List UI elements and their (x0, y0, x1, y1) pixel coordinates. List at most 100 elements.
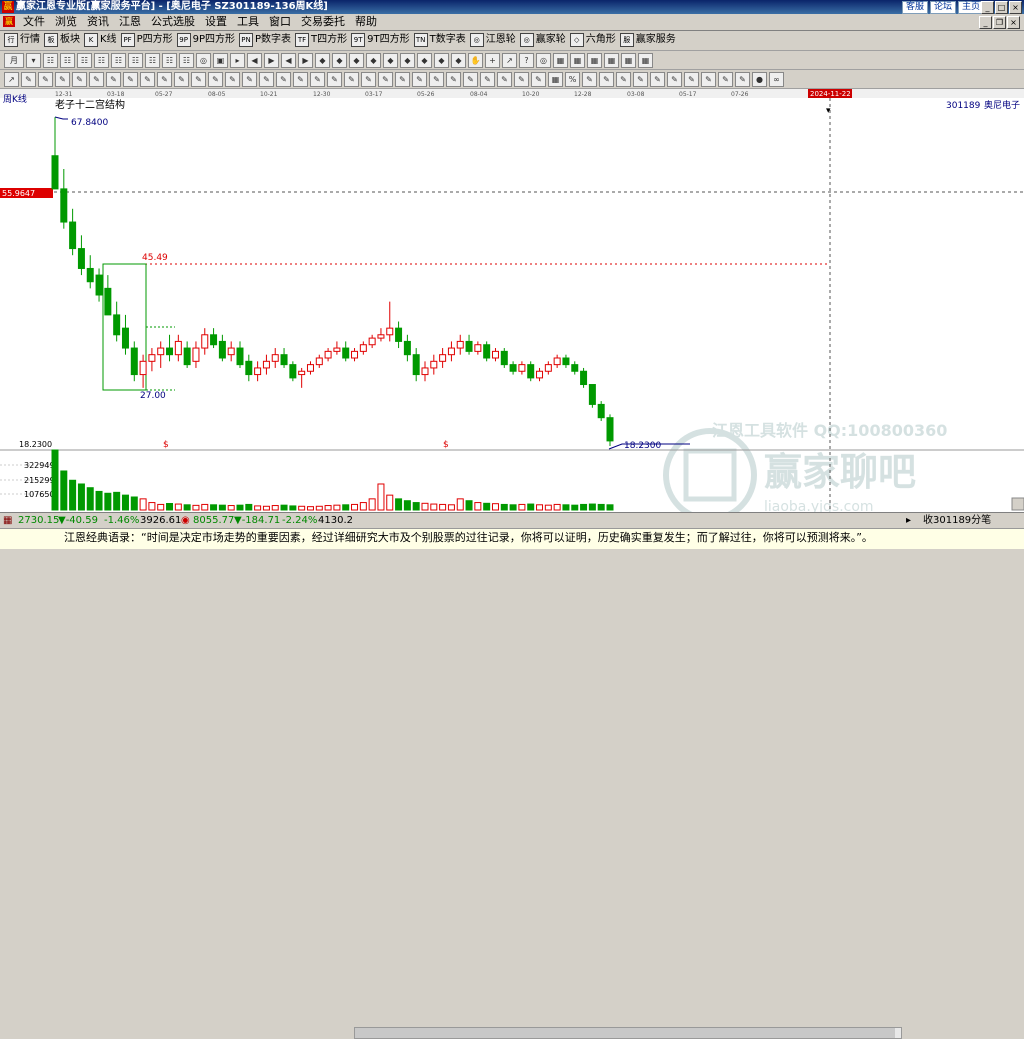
drawing-tool-icon-29[interactable]: ✎ (497, 72, 512, 87)
chart-tool-icon-27[interactable]: + (485, 53, 500, 68)
drawing-tool-icon-37[interactable]: ✎ (633, 72, 648, 87)
drawing-tool-icon-10[interactable]: ✎ (174, 72, 189, 87)
chart-tool-icon-31[interactable]: ▦ (553, 53, 568, 68)
chart-tool-icon-13[interactable]: ◀ (247, 53, 262, 68)
menu-item-2[interactable]: 资讯 (82, 15, 114, 29)
toolbar-button-6[interactable]: TF T四方形 (295, 33, 347, 47)
drawing-tool-icon-42[interactable]: ✎ (718, 72, 733, 87)
chart-tool-icon-5[interactable]: ☷ (111, 53, 126, 68)
drawing-tool-icon-34[interactable]: ✎ (582, 72, 597, 87)
chart-tool-icon-12[interactable]: ▸ (230, 53, 245, 68)
drawing-tool-icon-41[interactable]: ✎ (701, 72, 716, 87)
chart-tool-icon-17[interactable]: ◆ (315, 53, 330, 68)
scroll-thumb[interactable] (355, 1028, 895, 1038)
chart-tool-icon-28[interactable]: ↗ (502, 53, 517, 68)
chart-tool-icon-11[interactable]: ▣ (213, 53, 228, 68)
menu-item-3[interactable]: 江恩 (114, 15, 146, 29)
drawing-tool-icon-17[interactable]: ✎ (293, 72, 308, 87)
drawing-tool-icon-14[interactable]: ✎ (242, 72, 257, 87)
chart-tool-icon-29[interactable]: ? (519, 53, 534, 68)
chart-tool-icon-1[interactable]: ☷ (43, 53, 58, 68)
chart-tool-icon-33[interactable]: ▦ (587, 53, 602, 68)
toolbar-button-9[interactable]: ◎ 江恩轮 (469, 33, 516, 47)
menu-item-1[interactable]: 浏览 (50, 15, 82, 29)
toolbar-button-8[interactable]: TN T数字表 (413, 33, 466, 47)
drawing-tool-icon-31[interactable]: ✎ (531, 72, 546, 87)
chart-tool-icon-18[interactable]: ◆ (332, 53, 347, 68)
drawing-tool-icon-11[interactable]: ✎ (191, 72, 206, 87)
chart-tool-icon-24[interactable]: ◆ (434, 53, 449, 68)
chart-tool-icon-0[interactable]: ▾ (26, 53, 41, 68)
chart-tool-icon-34[interactable]: ▦ (604, 53, 619, 68)
drawing-tool-icon-25[interactable]: ✎ (429, 72, 444, 87)
chart-tool-icon-25[interactable]: ◆ (451, 53, 466, 68)
chart-tool-icon-26[interactable]: ✋ (468, 53, 483, 68)
chart-tool-icon-22[interactable]: ◆ (400, 53, 415, 68)
menu-item-9[interactable]: 帮助 (350, 15, 382, 29)
period-selector[interactable]: 月 (4, 53, 24, 68)
toolbar-button-7[interactable]: 9T 9T四方形 (351, 33, 410, 47)
drawing-tool-icon-35[interactable]: ✎ (599, 72, 614, 87)
chart-tool-icon-7[interactable]: ☷ (145, 53, 160, 68)
drawing-tool-icon-15[interactable]: ✎ (259, 72, 274, 87)
drawing-tool-icon-30[interactable]: ✎ (514, 72, 529, 87)
drawing-tool-icon-33[interactable]: % (565, 72, 580, 87)
drawing-tool-icon-28[interactable]: ✎ (480, 72, 495, 87)
chart-tool-icon-3[interactable]: ☷ (77, 53, 92, 68)
child-minimize-icon[interactable]: _ (979, 16, 992, 29)
drawing-tool-icon-24[interactable]: ✎ (412, 72, 427, 87)
chart-tool-icon-23[interactable]: ◆ (417, 53, 432, 68)
drawing-tool-icon-9[interactable]: ✎ (157, 72, 172, 87)
drawing-tool-icon-4[interactable]: ✎ (72, 72, 87, 87)
chart-tool-icon-15[interactable]: ◀ (281, 53, 296, 68)
drawing-tool-icon-36[interactable]: ✎ (616, 72, 631, 87)
drawing-tool-icon-19[interactable]: ✎ (327, 72, 342, 87)
chart-tool-icon-20[interactable]: ◆ (366, 53, 381, 68)
toolbar-button-10[interactable]: ◎ 赢家轮 (519, 33, 566, 47)
kefu-link[interactable]: 客服 (901, 1, 928, 14)
minimize-icon[interactable]: _ (981, 1, 994, 14)
drawing-tool-icon-43[interactable]: ✎ (735, 72, 750, 87)
child-restore-icon[interactable]: ❐ (993, 16, 1006, 29)
chart-tool-icon-9[interactable]: ☷ (179, 53, 194, 68)
drawing-tool-icon-40[interactable]: ✎ (684, 72, 699, 87)
chart-tool-icon-8[interactable]: ☷ (162, 53, 177, 68)
drawing-tool-icon-39[interactable]: ✎ (667, 72, 682, 87)
chart-tool-icon-6[interactable]: ☷ (128, 53, 143, 68)
chart-tool-icon-30[interactable]: ◎ (536, 53, 551, 68)
menu-item-8[interactable]: 交易委托 (296, 15, 350, 29)
toolbar-button-0[interactable]: 行行情 (4, 33, 40, 47)
chart-tool-icon-16[interactable]: ▶ (298, 53, 313, 68)
chart-tool-icon-2[interactable]: ☷ (60, 53, 75, 68)
close-icon[interactable]: × (1009, 1, 1022, 14)
drawing-tool-icon-27[interactable]: ✎ (463, 72, 478, 87)
drawing-tool-icon-8[interactable]: ✎ (140, 72, 155, 87)
drawing-tool-icon-7[interactable]: ✎ (123, 72, 138, 87)
chart-tool-icon-32[interactable]: ▦ (570, 53, 585, 68)
drawing-tool-icon-0[interactable]: ↗ (4, 72, 19, 87)
toolbar-button-11[interactable]: ◇ 六角形 (569, 33, 616, 47)
drawing-tool-icon-16[interactable]: ✎ (276, 72, 291, 87)
drawing-tool-icon-12[interactable]: ✎ (208, 72, 223, 87)
chart-tool-icon-10[interactable]: ◎ (196, 53, 211, 68)
drawing-tool-icon-22[interactable]: ✎ (378, 72, 393, 87)
toolbar-button-12[interactable]: 服赢家服务 (619, 33, 676, 47)
drawing-tool-icon-2[interactable]: ✎ (38, 72, 53, 87)
drawing-tool-icon-3[interactable]: ✎ (55, 72, 70, 87)
toolbar-button-3[interactable]: PF P四方形 (120, 33, 173, 47)
chart-tool-icon-14[interactable]: ▶ (264, 53, 279, 68)
drawing-tool-icon-32[interactable]: ▦ (548, 72, 563, 87)
chart-tool-icon-21[interactable]: ◆ (383, 53, 398, 68)
kline-chart[interactable]: 12-31 03-18 05-27 08-05 10-21 12-30 03-17 05-26… (0, 89, 1024, 512)
horizontal-scrollbar[interactable] (354, 1027, 902, 1039)
chart-tool-icon-36[interactable]: ▦ (638, 53, 653, 68)
menu-item-6[interactable]: 工具 (232, 15, 264, 29)
kline-chart-svg[interactable]: 12-31 03-18 05-27 08-05 10-21 12-30 03-17 05-26… (0, 89, 1024, 512)
chart-tool-icon-19[interactable]: ◆ (349, 53, 364, 68)
drawing-tool-icon-21[interactable]: ✎ (361, 72, 376, 87)
forum-link[interactable]: 论坛 (929, 1, 956, 14)
drawing-tool-icon-44[interactable]: ● (752, 72, 767, 87)
chart-tool-icon-4[interactable]: ☷ (94, 53, 109, 68)
drawing-tool-icon-5[interactable]: ✎ (89, 72, 104, 87)
child-close-icon[interactable]: × (1007, 16, 1020, 29)
